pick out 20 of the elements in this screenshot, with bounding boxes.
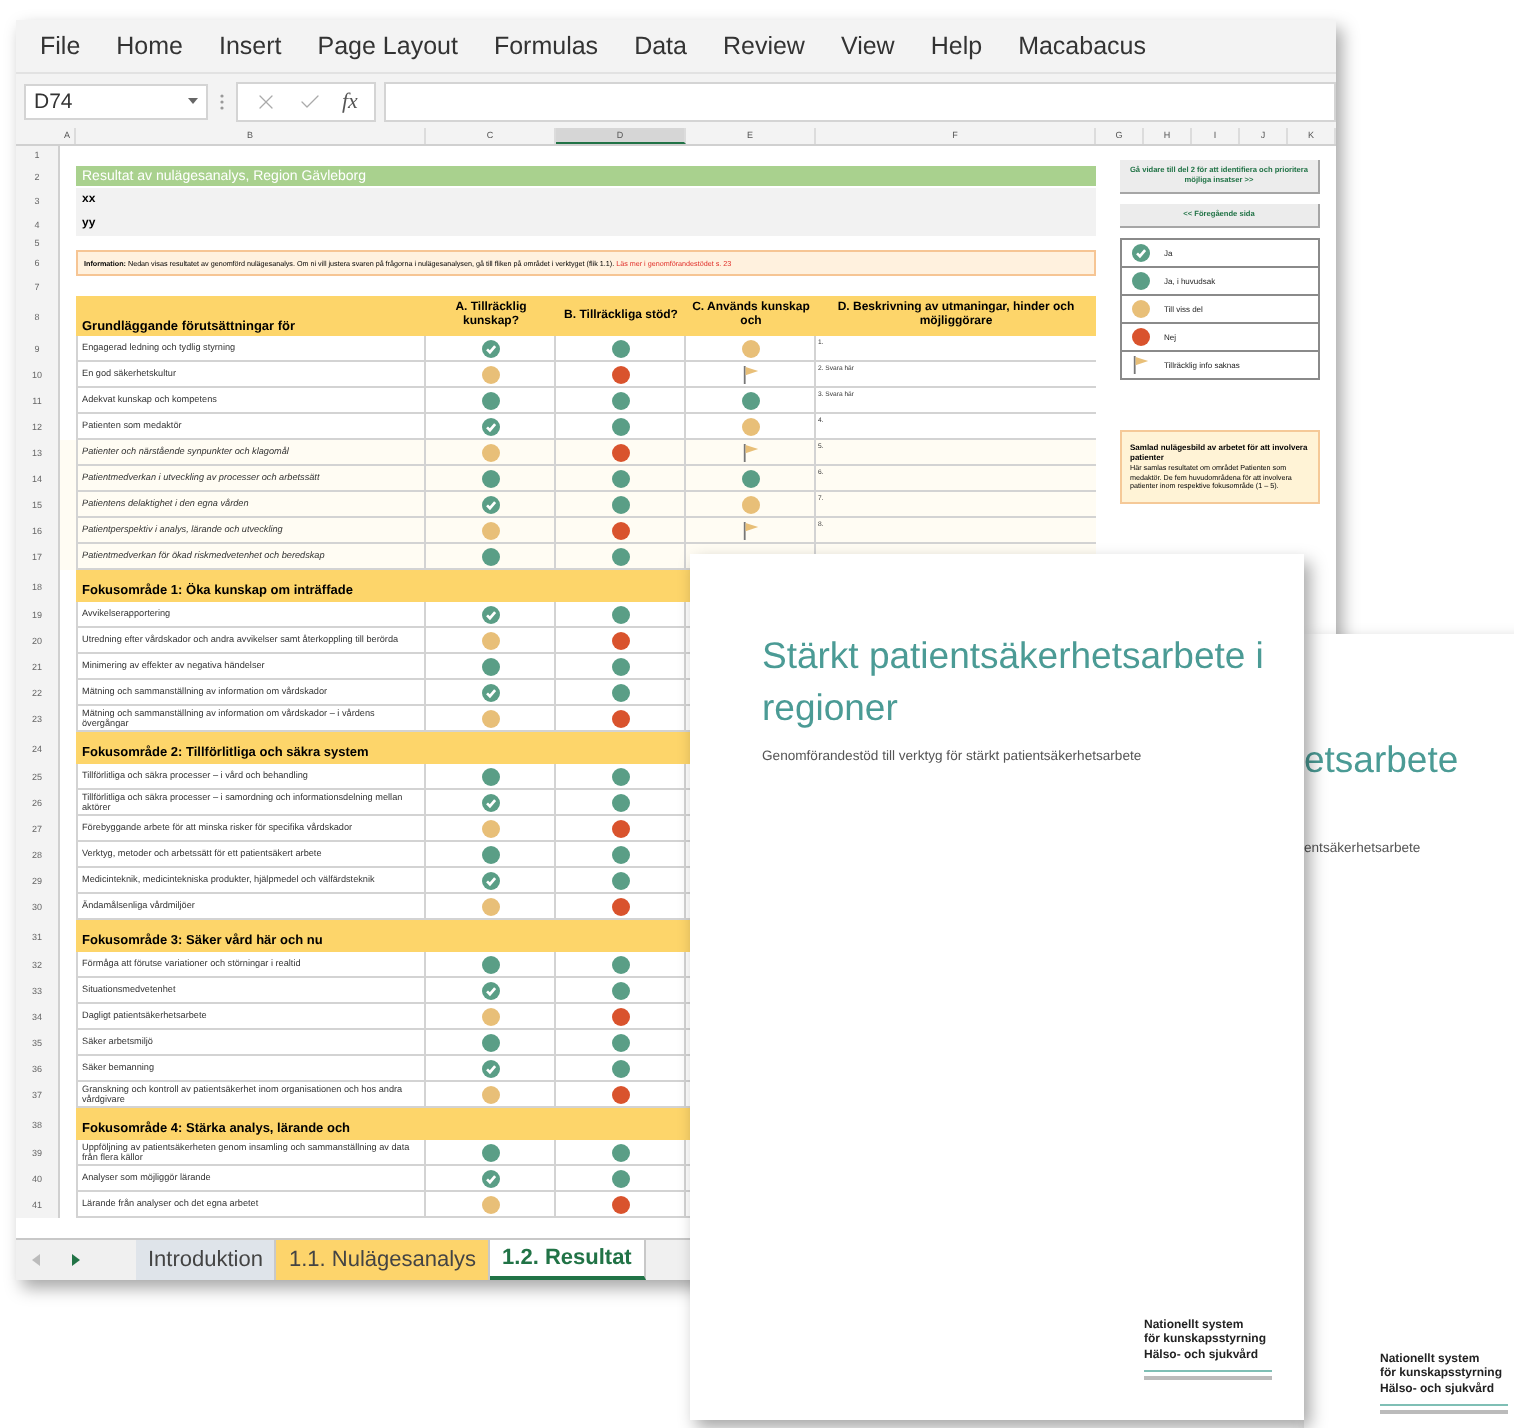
document-title: Stärkt patientsäkerhetsarbete i regioner xyxy=(760,632,1266,732)
menu-item[interactable]: Insert xyxy=(219,32,282,60)
sheet-tab[interactable]: 1.2. Resultat xyxy=(490,1240,646,1280)
menu-item[interactable]: Page Layout xyxy=(317,32,458,60)
sheet-tab[interactable]: 1.1. Nulägesanalys xyxy=(276,1240,491,1280)
menu-item[interactable]: Macabacus xyxy=(1018,32,1146,60)
name-box[interactable]: D74 xyxy=(24,83,208,119)
menu-item[interactable]: Review xyxy=(722,32,805,60)
menu-item[interactable]: Home xyxy=(116,32,183,60)
formula-field[interactable] xyxy=(383,81,1336,121)
menu-item[interactable]: Help xyxy=(930,32,983,60)
caret-icon xyxy=(188,98,198,104)
insert-function-button[interactable]: fx xyxy=(342,89,358,113)
grip-icon xyxy=(216,89,228,113)
menu-item[interactable]: Formulas xyxy=(493,32,599,60)
menu-item[interactable]: View xyxy=(840,32,895,60)
menu-item[interactable]: Data xyxy=(634,32,687,60)
menu-item[interactable]: File xyxy=(40,32,81,60)
sheet-tab[interactable]: Introduktion xyxy=(136,1240,277,1280)
document-title: etsarbete xyxy=(1304,736,1461,784)
